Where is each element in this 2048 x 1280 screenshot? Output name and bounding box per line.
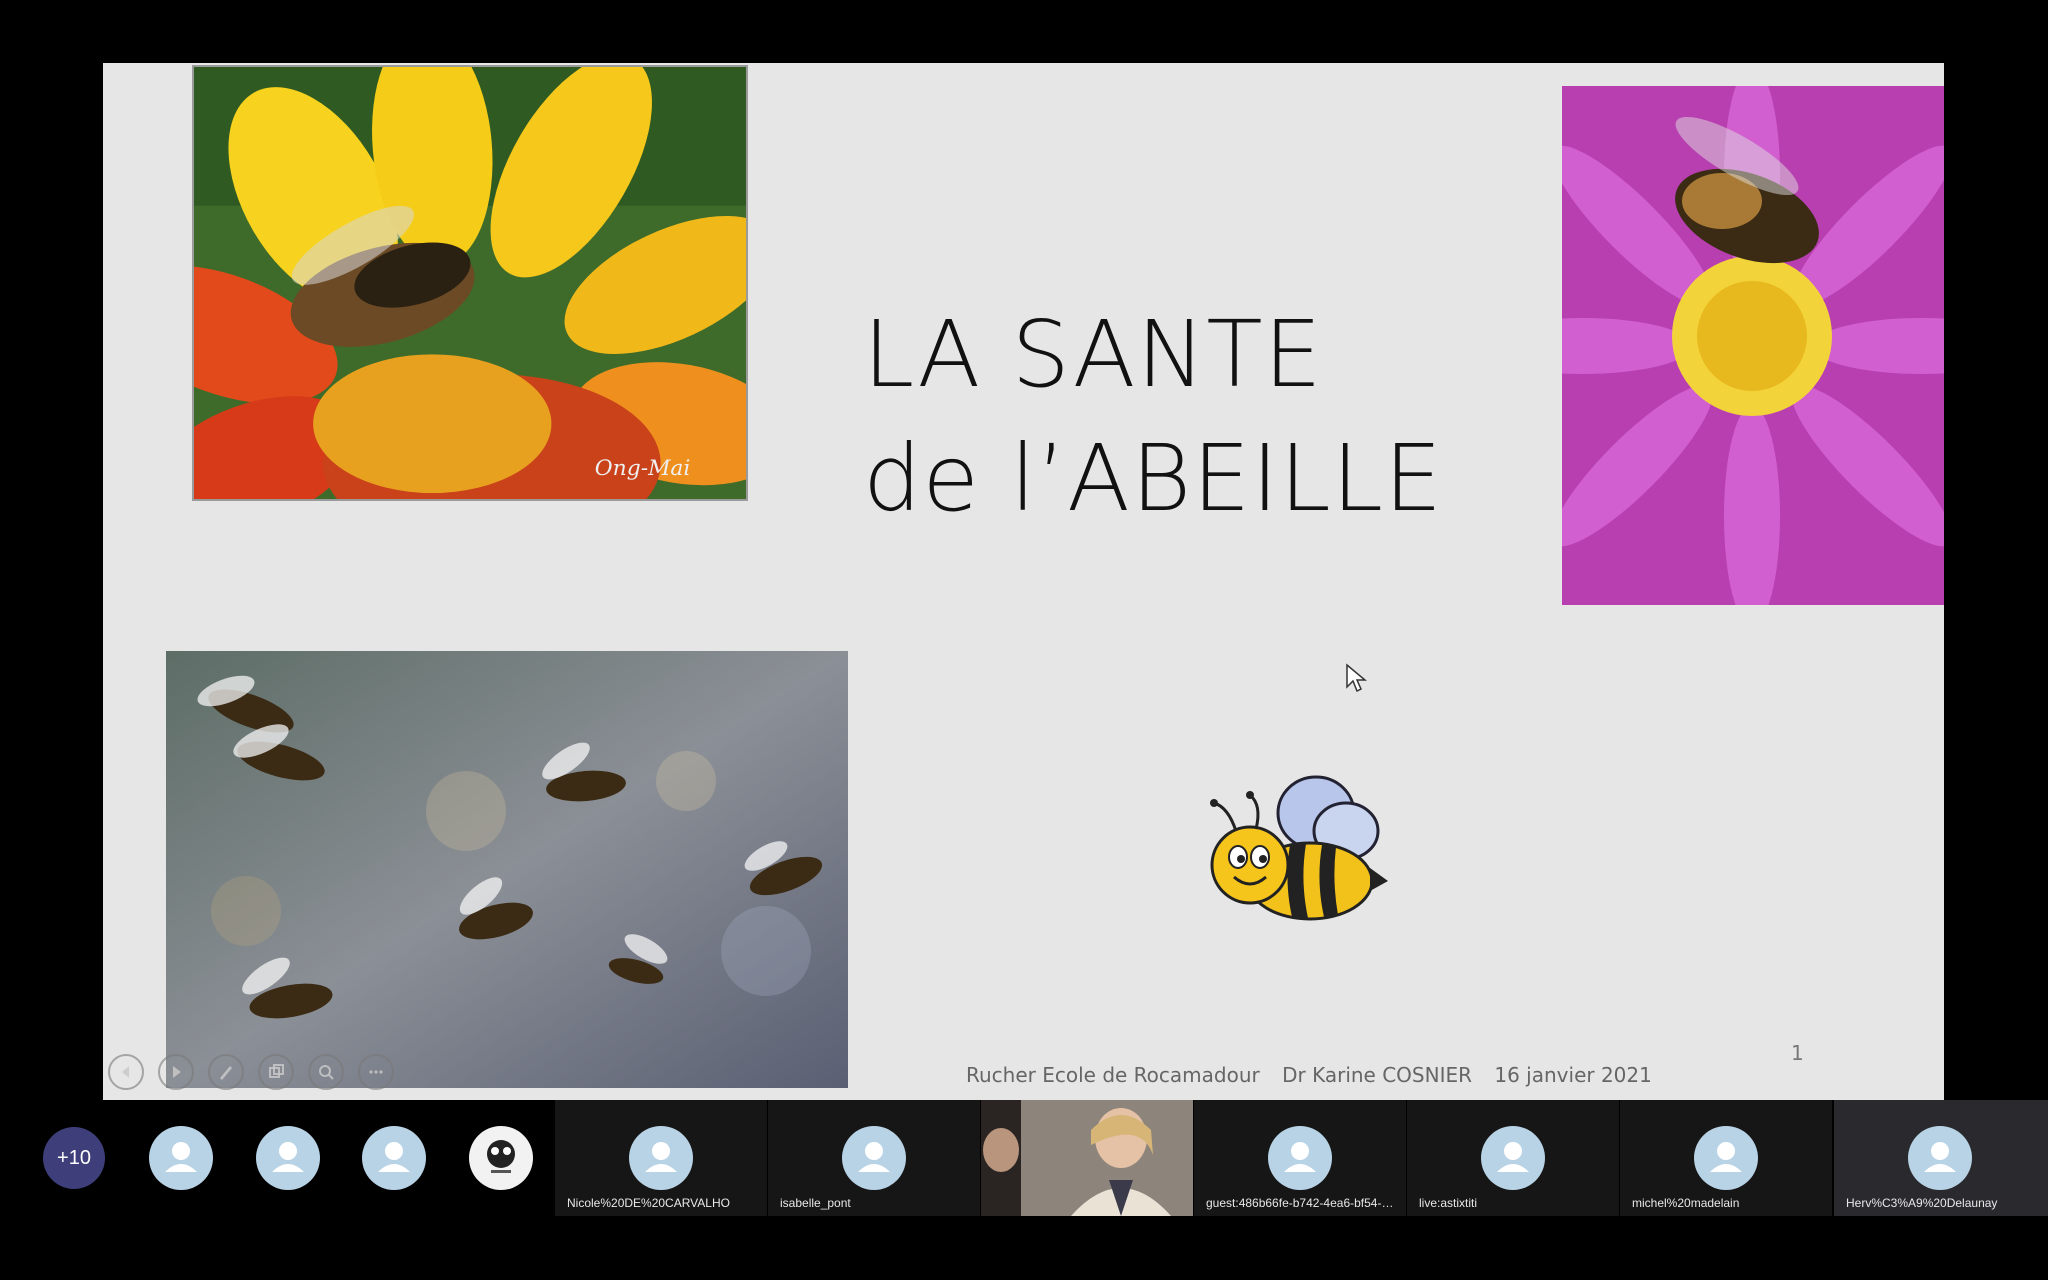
bee-on-orange-flower-photo: Ong-Mai bbox=[192, 65, 748, 501]
pen-icon[interactable] bbox=[208, 1054, 244, 1090]
participant-name: Nicole%20DE%20CARVALHO bbox=[567, 1196, 730, 1210]
participant-tile[interactable]: guest:486b66fe-b742-4ea6-bf54-e0... bbox=[1194, 1100, 1406, 1216]
slide-page-number: 1 bbox=[1791, 1041, 1804, 1065]
participant-avatar-icon[interactable] bbox=[149, 1126, 213, 1190]
participant-avatar-icon bbox=[629, 1126, 693, 1190]
participant-name: Herv%C3%A9%20Delaunay bbox=[1846, 1196, 1998, 1210]
participant-tile[interactable]: Nicole%20DE%20CARVALHO bbox=[555, 1100, 767, 1216]
slides-icon[interactable] bbox=[258, 1054, 294, 1090]
participant-tile-active[interactable]: Herv%C3%A9%20Delaunay bbox=[1834, 1100, 2048, 1216]
photo-signature: Ong-Mai bbox=[595, 456, 691, 481]
title-line-2: de l’ABEILLE bbox=[863, 425, 1444, 532]
footer-organization: Rucher Ecole de Rocamadour bbox=[966, 1063, 1260, 1087]
participant-avatar-icon bbox=[1694, 1126, 1758, 1190]
footer-author: Dr Karine COSNIER bbox=[1282, 1063, 1473, 1087]
presentation-slide: Ong-Mai LA SANTE de l’ABEILLE Rucher Eco… bbox=[103, 63, 1944, 1100]
participant-tile[interactable]: michel%20madelain bbox=[1620, 1100, 1832, 1216]
participant-avatar-icon bbox=[1481, 1126, 1545, 1190]
participant-avatar-icon bbox=[1268, 1126, 1332, 1190]
title-line-1: LA SANTE bbox=[863, 301, 1323, 408]
participant-avatar-icon bbox=[842, 1126, 906, 1190]
participant-tile[interactable]: isabelle_pont bbox=[768, 1100, 980, 1216]
footer-date: 16 janvier 2021 bbox=[1494, 1063, 1652, 1087]
bee-on-pink-flower-photo bbox=[1562, 86, 1944, 605]
play-icon[interactable] bbox=[158, 1054, 194, 1090]
participant-name: isabelle_pont bbox=[780, 1196, 851, 1210]
participant-name: live:astixtiti bbox=[1419, 1196, 1478, 1210]
participant-video-feed bbox=[981, 1100, 1193, 1216]
participant-strip: +10 Nicole%20DE%20CARVALHO isabelle_pont bbox=[0, 1100, 2048, 1216]
more-participants-button[interactable]: +10 bbox=[43, 1127, 105, 1189]
slide-title: LA SANTE de l’ABEILLE bbox=[863, 293, 1443, 541]
participant-avatar-icon bbox=[1908, 1126, 1972, 1190]
participant-video-tile[interactable] bbox=[981, 1100, 1193, 1216]
participant-avatar-icon[interactable] bbox=[362, 1126, 426, 1190]
participant-name: guest:486b66fe-b742-4ea6-bf54-e0... bbox=[1206, 1196, 1400, 1210]
previous-icon[interactable] bbox=[108, 1054, 144, 1090]
slide-footer: Rucher Ecole de Rocamadour Dr Karine COS… bbox=[966, 1063, 1668, 1087]
mouse-cursor-icon bbox=[1346, 663, 1367, 693]
slideshow-controls bbox=[108, 1054, 394, 1090]
participant-name: michel%20madelain bbox=[1632, 1196, 1740, 1210]
participant-logo-avatar[interactable] bbox=[469, 1126, 533, 1190]
flying-bees-photo bbox=[166, 651, 848, 1088]
zoom-icon[interactable] bbox=[308, 1054, 344, 1090]
more-icon[interactable] bbox=[358, 1054, 394, 1090]
participant-avatar-icon[interactable] bbox=[256, 1126, 320, 1190]
participant-tile[interactable]: live:astixtiti bbox=[1407, 1100, 1619, 1216]
cartoon-bee-icon bbox=[1210, 775, 1388, 921]
